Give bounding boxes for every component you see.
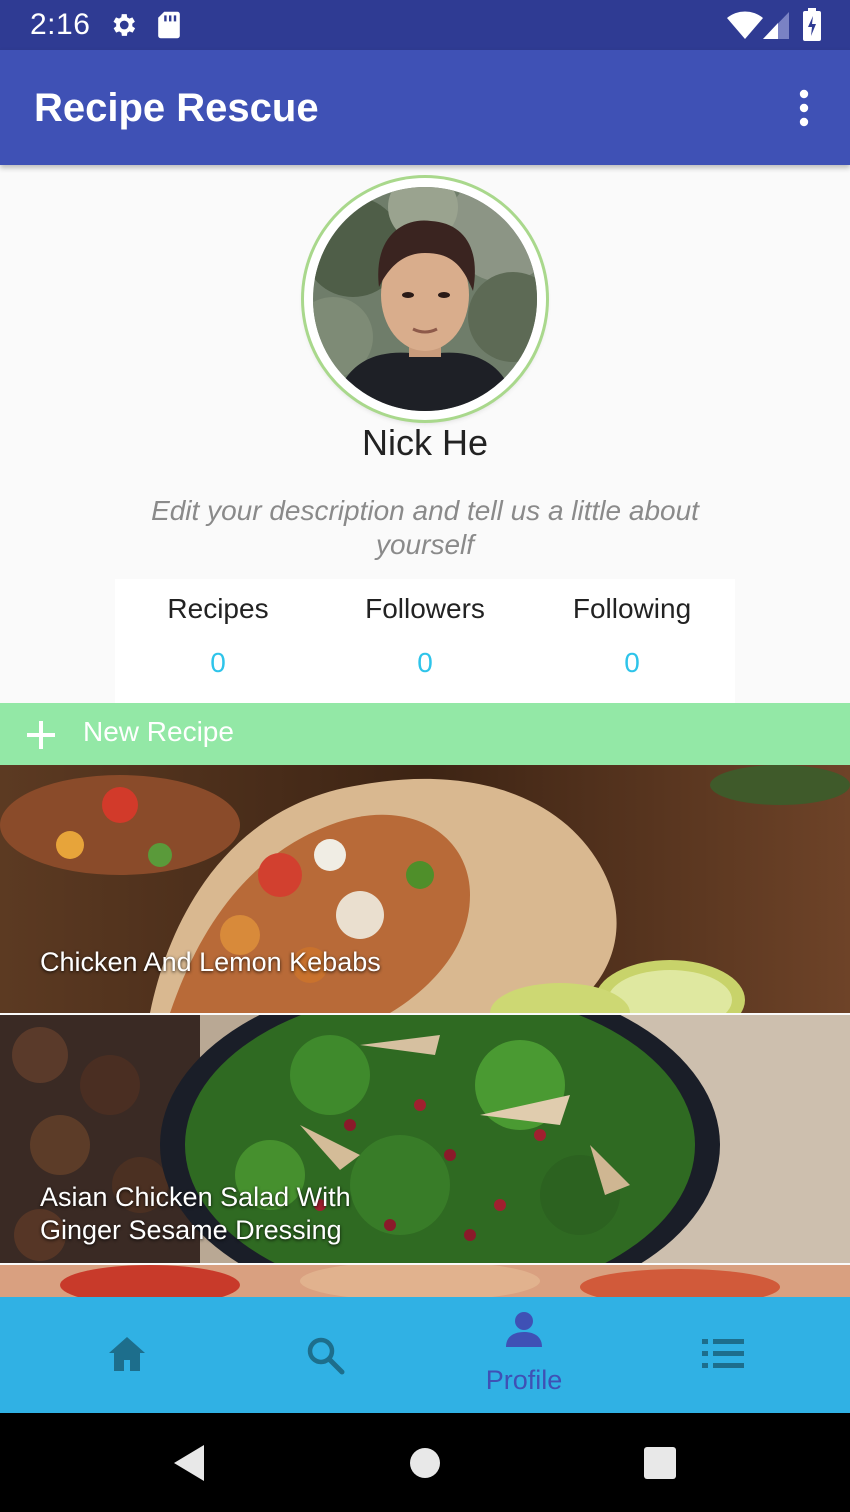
cell-signal-icon	[763, 12, 789, 39]
person-icon	[506, 1312, 542, 1347]
back-icon[interactable]	[170, 1443, 210, 1483]
new-recipe-label: New Recipe	[83, 716, 234, 747]
recipe-card[interactable]	[0, 1265, 850, 1297]
plus-icon	[27, 721, 55, 749]
sd-card-icon	[158, 11, 180, 39]
home-icon	[109, 1337, 145, 1371]
nav-profile[interactable]: Profile	[424, 1297, 624, 1413]
nav-profile-label: Profile	[485, 1365, 563, 1395]
stat-recipes[interactable]: Recipes 0	[115, 579, 321, 703]
recents-icon[interactable]	[640, 1443, 680, 1483]
recipe-image	[0, 1265, 850, 1297]
recipe-title: Asian Chicken Salad With Ginger Sesame D…	[40, 1182, 351, 1245]
nav-search[interactable]	[225, 1297, 425, 1413]
avatar-ring	[304, 178, 546, 420]
user-description[interactable]: Edit your description and tell us a litt…	[130, 494, 720, 562]
search-icon	[307, 1337, 345, 1375]
stat-followers[interactable]: Followers 0	[322, 579, 528, 703]
recipe-title: Chicken And Lemon Kebabs	[40, 947, 381, 977]
home-button-icon[interactable]	[405, 1443, 445, 1483]
profile-screen: 2:16 Recipe Rescue Nick He Edit your des…	[0, 0, 850, 1512]
user-name: Nick He	[361, 422, 489, 463]
bottom-nav: Profile	[0, 1297, 850, 1413]
wifi-icon	[727, 11, 763, 40]
recipe-card[interactable]: Chicken And Lemon Kebabs	[0, 765, 850, 1013]
nav-list[interactable]	[622, 1297, 822, 1413]
more-vert-icon[interactable]	[786, 86, 822, 130]
gear-icon	[113, 14, 136, 36]
app-bar: Recipe Rescue	[0, 50, 850, 165]
status-bar: 2:16	[0, 0, 850, 50]
app-title: Recipe Rescue	[34, 86, 319, 130]
recipe-card[interactable]: Asian Chicken Salad With Ginger Sesame D…	[0, 1015, 850, 1263]
battery-icon	[803, 8, 821, 41]
stat-value: 0	[210, 647, 226, 678]
stat-value: 0	[624, 647, 640, 678]
avatar[interactable]	[313, 187, 537, 411]
nav-home[interactable]	[27, 1297, 227, 1413]
status-time: 2:16	[30, 8, 91, 41]
stat-value: 0	[417, 647, 433, 678]
system-nav-bar	[0, 1413, 850, 1512]
stat-label: Following	[572, 593, 692, 624]
stats-card: Recipes 0 Followers 0 Following 0	[115, 579, 735, 703]
stat-following[interactable]: Following 0	[529, 579, 735, 703]
list-icon	[702, 1339, 744, 1368]
stat-label: Recipes	[167, 593, 269, 624]
new-recipe-button[interactable]: New Recipe	[0, 703, 850, 765]
stat-label: Followers	[365, 593, 485, 624]
